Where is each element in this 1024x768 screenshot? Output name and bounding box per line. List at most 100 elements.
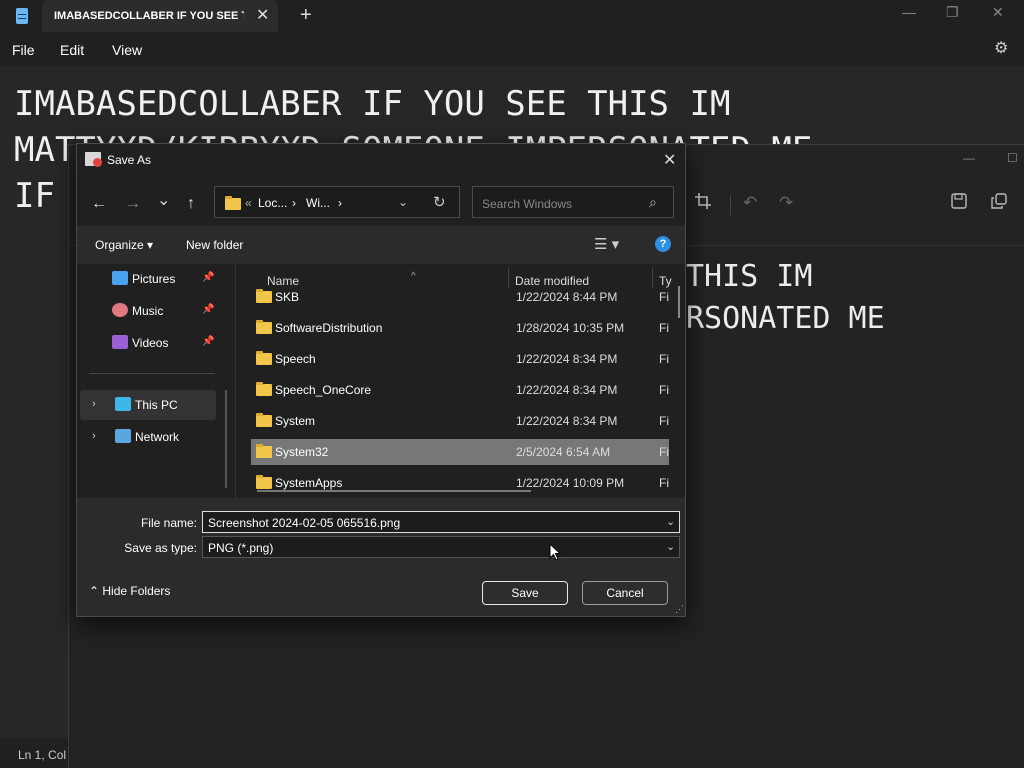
new-tab-button[interactable]: + bbox=[300, 4, 312, 27]
breadcrumb-windows[interactable]: Wi... bbox=[306, 196, 330, 210]
folder-icon bbox=[256, 320, 272, 334]
chevron-down-icon[interactable]: ⌄ bbox=[666, 515, 675, 528]
refresh-icon[interactable]: ↻ bbox=[433, 193, 446, 211]
menu-view[interactable]: View bbox=[112, 42, 142, 58]
tab-close-icon[interactable]: ✕ bbox=[256, 5, 269, 25]
file-list-horizontal-scrollbar[interactable] bbox=[257, 490, 531, 492]
maximize-button[interactable]: ❐ bbox=[946, 4, 959, 21]
folder-icon bbox=[256, 413, 272, 427]
redo-icon[interactable]: ↷ bbox=[779, 193, 793, 213]
file-name-label: File name: bbox=[140, 516, 197, 530]
file-date: 1/22/2024 8:34 PM bbox=[516, 352, 618, 366]
file-list-vertical-scrollbar[interactable] bbox=[678, 286, 680, 318]
file-name: Speech bbox=[275, 352, 316, 366]
file-date: 2/5/2024 6:54 AM bbox=[516, 445, 611, 459]
close-button[interactable]: ✕ bbox=[992, 4, 1004, 21]
file-date: 1/22/2024 10:09 PM bbox=[516, 476, 625, 490]
nav-label: Videos bbox=[132, 336, 169, 350]
command-bar: Organize ▾ New folder ☰ ▾ ? bbox=[77, 226, 685, 264]
file-type: Fi bbox=[659, 352, 669, 366]
minimize-button[interactable]: — bbox=[902, 4, 916, 20]
nav-label: This PC bbox=[135, 398, 178, 412]
paint-app-icon bbox=[85, 152, 102, 167]
view-options-icon[interactable]: ☰ ▾ bbox=[594, 235, 619, 253]
file-name: Speech_OneCore bbox=[275, 383, 372, 397]
navigation-pane: Pictures 📌 Music 📌 Videos 📌 › This PC › … bbox=[77, 264, 235, 498]
search-icon[interactable]: ⌕ bbox=[649, 194, 657, 211]
bg-maximize-button[interactable]: ☐ bbox=[1007, 151, 1018, 165]
settings-gear-icon[interactable]: ⚙ bbox=[994, 38, 1008, 58]
hide-folders-button[interactable]: ⌃ Hide Folders bbox=[89, 584, 170, 598]
nav-scrollbar[interactable] bbox=[225, 390, 227, 488]
undo-icon[interactable]: ↶ bbox=[743, 193, 757, 213]
file-row[interactable]: System 1/22/2024 8:34 PM Fi bbox=[251, 408, 669, 434]
notepad-tab[interactable]: IMABASEDCOLLABER IF YOU SEE T ✕ bbox=[42, 0, 278, 32]
forward-arrow-icon[interactable]: → bbox=[125, 195, 141, 213]
resize-grip-icon[interactable]: ⋰ bbox=[675, 604, 684, 615]
file-row[interactable]: SystemApps 1/22/2024 10:09 PM Fi bbox=[251, 470, 669, 496]
save-type-select[interactable]: PNG (*.png) ⌄ bbox=[202, 536, 680, 558]
new-folder-button[interactable]: New folder bbox=[186, 238, 243, 252]
breadcrumb-separator: › bbox=[338, 196, 342, 210]
file-list: Name ^ Date modified Ty SKB 1/22/2024 8:… bbox=[237, 264, 685, 498]
file-name: System32 bbox=[275, 445, 329, 459]
file-row[interactable]: SoftwareDistribution 1/28/2024 10:35 PM … bbox=[251, 315, 669, 341]
search-input[interactable]: Search Windows ⌕ bbox=[472, 186, 674, 218]
copy-icon[interactable] bbox=[991, 193, 1007, 214]
file-name-input[interactable]: Screenshot 2024-02-05 065516.png ⌄ bbox=[202, 511, 680, 533]
menu-edit[interactable]: Edit bbox=[60, 42, 84, 58]
address-dropdown-icon[interactable]: ⌄ bbox=[398, 195, 408, 209]
address-overflow[interactable]: « bbox=[245, 196, 252, 210]
sort-ascending-icon: ^ bbox=[411, 271, 416, 282]
dialog-title: Save As bbox=[107, 153, 152, 167]
breadcrumb-separator: › bbox=[292, 196, 296, 210]
tab-title: IMABASEDCOLLABER IF YOU SEE T bbox=[54, 10, 244, 22]
folder-icon bbox=[256, 382, 272, 396]
expand-chevron-icon[interactable]: › bbox=[92, 430, 96, 442]
file-date: 1/22/2024 8:34 PM bbox=[516, 383, 618, 397]
breadcrumb-local-disk[interactable]: Loc... bbox=[258, 196, 287, 210]
file-row[interactable]: Speech_OneCore 1/22/2024 8:34 PM Fi bbox=[251, 377, 669, 403]
address-bar[interactable]: « Loc... › Wi... › ⌄ ↻ bbox=[214, 186, 460, 218]
dialog-close-icon[interactable]: ✕ bbox=[663, 150, 676, 170]
pin-icon: 📌 bbox=[202, 304, 215, 315]
nav-item-videos[interactable]: Videos 📌 bbox=[77, 328, 227, 358]
menu-file[interactable]: File bbox=[12, 42, 35, 58]
file-name: SystemApps bbox=[275, 476, 343, 490]
bg-text-line-1: THIS IM bbox=[686, 259, 813, 294]
nav-label: Network bbox=[135, 430, 180, 444]
pin-icon: 📌 bbox=[202, 272, 215, 283]
folder-icon bbox=[256, 351, 272, 365]
back-arrow-icon[interactable]: ← bbox=[91, 195, 107, 213]
editor-line-3: IF bbox=[14, 176, 55, 216]
nav-item-network[interactable]: › Network bbox=[80, 422, 230, 452]
music-icon bbox=[112, 303, 128, 317]
up-arrow-icon[interactable]: ↑ bbox=[187, 195, 195, 213]
folder-icon bbox=[256, 289, 272, 303]
computer-icon bbox=[115, 397, 131, 411]
crop-icon[interactable] bbox=[695, 193, 711, 214]
save-options-area: File name: Screenshot 2024-02-05 065516.… bbox=[77, 498, 685, 616]
mouse-cursor-icon bbox=[549, 543, 561, 561]
organize-button[interactable]: Organize ▾ bbox=[95, 238, 153, 252]
help-icon[interactable]: ? bbox=[655, 236, 671, 252]
bg-minimize-button[interactable]: — bbox=[963, 151, 975, 165]
nav-item-music[interactable]: Music 📌 bbox=[77, 296, 227, 326]
expand-chevron-icon[interactable]: › bbox=[92, 398, 96, 410]
save-icon[interactable] bbox=[951, 193, 967, 214]
notepad-titlebar: IMABASEDCOLLABER IF YOU SEE T ✕ + — ❐ ✕ bbox=[0, 0, 1024, 32]
folder-icon bbox=[256, 475, 272, 489]
nav-item-pictures[interactable]: Pictures 📌 bbox=[77, 264, 227, 294]
save-as-dialog: Save As ✕ ← → ⌄ ↑ « Loc... › Wi... › ⌄ ↻… bbox=[76, 143, 686, 617]
pane-divider[interactable] bbox=[235, 264, 236, 498]
chevron-down-icon[interactable]: ⌄ bbox=[666, 540, 675, 553]
file-row[interactable]: SKB 1/22/2024 8:44 PM Fi bbox=[251, 284, 669, 310]
file-row-selected[interactable]: System32 2/5/2024 6:54 AM Fi bbox=[251, 439, 669, 465]
nav-item-this-pc[interactable]: › This PC bbox=[80, 390, 216, 420]
cancel-button[interactable]: Cancel bbox=[582, 581, 668, 605]
file-date: 1/22/2024 8:34 PM bbox=[516, 414, 618, 428]
recent-locations-chevron-icon[interactable]: ⌄ bbox=[157, 190, 170, 210]
pictures-icon bbox=[112, 271, 128, 285]
save-button[interactable]: Save bbox=[482, 581, 568, 605]
file-row[interactable]: Speech 1/22/2024 8:34 PM Fi bbox=[251, 346, 669, 372]
